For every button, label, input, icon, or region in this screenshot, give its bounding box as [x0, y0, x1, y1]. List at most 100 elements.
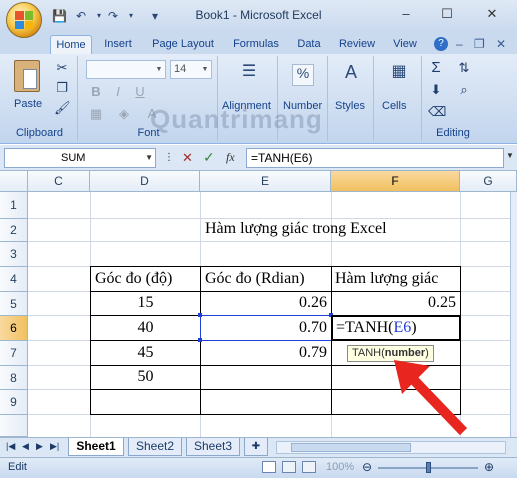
expand-formula-icon[interactable]: ▼	[506, 151, 514, 160]
first-sheet-icon[interactable]: |◀	[6, 441, 15, 452]
enter-entry-icon[interactable]: ✓	[203, 149, 215, 166]
tab-insert[interactable]: Insert	[98, 35, 138, 54]
row-header-5[interactable]: 5	[0, 292, 28, 316]
row-header-1[interactable]: 1	[0, 192, 28, 219]
scrollbar-thumb[interactable]	[291, 443, 411, 452]
office-button[interactable]	[6, 2, 42, 38]
clear-icon[interactable]: ⌫	[428, 104, 446, 120]
row-header-3[interactable]: 3	[0, 242, 28, 267]
chevron-down-icon: ▼	[145, 153, 153, 162]
column-header-e[interactable]: E	[200, 171, 331, 192]
row-header-9[interactable]: 9	[0, 390, 28, 415]
ribbon-minimize-icon[interactable]: –	[456, 37, 463, 51]
cells-icon[interactable]: ▦	[388, 64, 410, 86]
paste-icon[interactable]	[14, 60, 40, 92]
formula-suffix: )	[411, 319, 417, 336]
drag-handle-icon[interactable]: ⋮	[164, 152, 174, 164]
ribbon-restore-icon[interactable]: ❐	[474, 37, 485, 51]
underline-button[interactable]: U	[132, 84, 148, 100]
cut-icon[interactable]: ✂	[54, 60, 70, 76]
fill-color-icon[interactable]: ◈	[116, 106, 132, 122]
cancel-entry-icon[interactable]: ✕	[182, 150, 193, 166]
copy-icon[interactable]: ❐	[54, 80, 70, 96]
tab-data[interactable]: Data	[292, 35, 326, 54]
find-select-icon[interactable]: ⌕	[454, 82, 474, 98]
cell-d6[interactable]: 40	[91, 315, 200, 341]
cells-button[interactable]: Cells	[382, 100, 406, 112]
title-bar: 💾 ↶ ▾ ↷ ▾ ▾ Book1 - Microsoft Excel – ☐ …	[0, 0, 517, 38]
insert-sheet-icon[interactable]: ✚	[244, 438, 268, 456]
zoom-in-icon[interactable]: ⊕	[484, 460, 494, 474]
sheet-tab-3[interactable]: Sheet3	[186, 438, 240, 456]
header-cell-d4[interactable]: Góc đo (độ)	[95, 266, 172, 292]
column-header-f[interactable]: F	[331, 171, 460, 192]
help-icon[interactable]: ?	[434, 37, 448, 51]
fill-icon[interactable]: ⬇	[428, 82, 444, 98]
cell-f5[interactable]: 0.25	[332, 290, 456, 316]
range-handle[interactable]	[198, 313, 202, 317]
horizontal-scrollbar[interactable]	[276, 441, 506, 454]
last-sheet-icon[interactable]: ▶|	[50, 441, 59, 452]
border-icon[interactable]: ▦	[88, 106, 104, 122]
format-painter-icon[interactable]: 🖌	[54, 100, 71, 116]
page-break-view-icon[interactable]	[302, 461, 316, 473]
autosum-icon[interactable]: Σ	[428, 60, 444, 76]
prev-sheet-icon[interactable]: ◀	[22, 441, 29, 452]
tab-review[interactable]: Review	[334, 35, 380, 54]
header-cell-f4[interactable]: Hàm lượng giác	[335, 266, 438, 292]
sort-filter-icon[interactable]: ⇅	[454, 60, 474, 76]
styles-icon[interactable]: A	[340, 63, 362, 86]
active-cell-f6[interactable]: =TANH(E6)	[331, 315, 461, 341]
cell-f6-formula[interactable]: =TANH(E6)	[336, 315, 417, 341]
sheet-title-cell[interactable]: Hàm lượng giác trong Excel	[205, 216, 387, 242]
row-header-7[interactable]: 7	[0, 341, 28, 366]
row-header-2[interactable]: 2	[0, 219, 28, 242]
cell-e5[interactable]: 0.26	[201, 290, 327, 316]
zoom-out-icon[interactable]: ⊖	[362, 460, 372, 474]
font-name-combo[interactable]: ▼	[86, 60, 166, 79]
column-header-c[interactable]: C	[28, 171, 90, 192]
row-header-10[interactable]	[0, 415, 28, 437]
tab-home[interactable]: Home	[50, 35, 92, 54]
sheet-tab-2[interactable]: Sheet2	[128, 438, 182, 456]
paste-button[interactable]: Paste	[14, 98, 42, 110]
red-arrow-annotation	[394, 360, 468, 436]
name-box[interactable]: SUM ▼	[4, 148, 156, 168]
minimize-button[interactable]: –	[392, 4, 420, 24]
percent-icon[interactable]: %	[292, 64, 314, 86]
ribbon-close-icon[interactable]: ✕	[496, 37, 506, 51]
insert-function-button[interactable]: fx	[226, 150, 235, 165]
next-sheet-icon[interactable]: ▶	[36, 441, 43, 452]
range-handle[interactable]	[198, 338, 202, 342]
normal-view-icon[interactable]	[262, 461, 276, 473]
tab-page-layout[interactable]: Page Layout	[146, 35, 220, 54]
bold-button[interactable]: B	[88, 84, 104, 100]
italic-button[interactable]: I	[110, 84, 126, 100]
maximize-button[interactable]: ☐	[433, 4, 461, 24]
page-layout-view-icon[interactable]	[282, 461, 296, 473]
select-all-corner[interactable]	[0, 171, 28, 192]
column-header-d[interactable]: D	[90, 171, 200, 192]
chevron-down-icon: ▼	[155, 66, 163, 73]
styles-button[interactable]: Styles	[335, 100, 365, 112]
worksheet-grid[interactable]: C D E F G 1 2 3 4 5 6 7 8 9 Hàm lượng gi…	[0, 171, 517, 437]
header-cell-e4[interactable]: Góc đo (Rdian)	[205, 266, 305, 292]
tab-formulas[interactable]: Formulas	[228, 35, 284, 54]
font-size-combo[interactable]: 14 ▼	[170, 60, 212, 79]
row-header-8[interactable]: 8	[0, 366, 28, 390]
sheet-tab-1[interactable]: Sheet1	[68, 438, 124, 456]
row-header-6[interactable]: 6	[0, 316, 28, 341]
alignment-icon[interactable]: ☰	[238, 64, 260, 86]
zoom-slider-thumb[interactable]	[426, 462, 431, 473]
cell-d5[interactable]: 15	[91, 290, 200, 316]
tab-view[interactable]: View	[388, 35, 422, 54]
column-header-g[interactable]: G	[460, 171, 517, 192]
close-button[interactable]: ✕	[478, 4, 506, 24]
cell-e7[interactable]: 0.79	[201, 340, 327, 366]
cell-d8[interactable]: 50	[91, 364, 200, 390]
row-header-4[interactable]: 4	[0, 267, 28, 292]
formula-input[interactable]: =TANH(E6)	[246, 148, 504, 168]
vertical-scrollbar[interactable]	[510, 192, 517, 437]
zoom-level[interactable]: 100%	[326, 461, 354, 473]
cell-d7[interactable]: 45	[91, 340, 200, 366]
